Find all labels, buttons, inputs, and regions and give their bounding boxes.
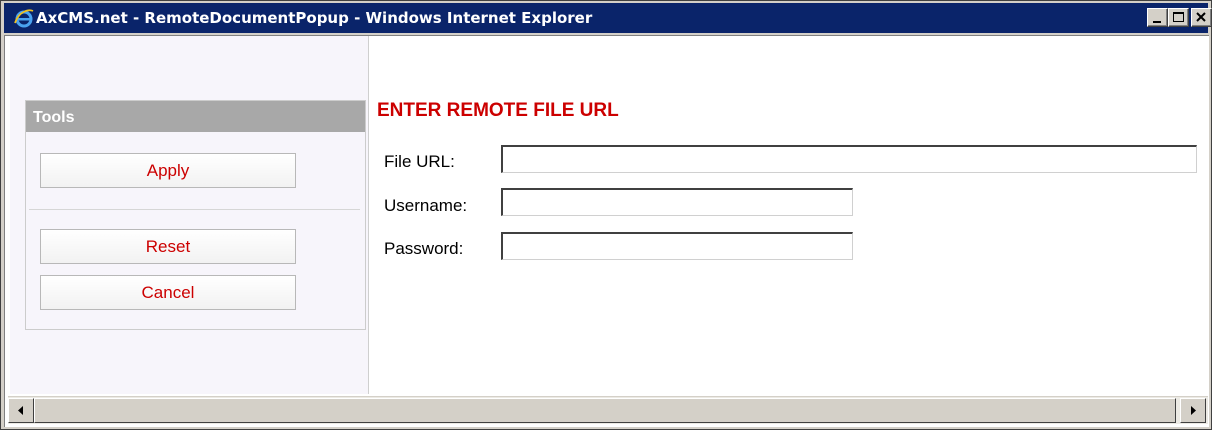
file-url-label: File URL: (384, 152, 455, 171)
horizontal-scrollbar[interactable] (8, 396, 1208, 424)
scroll-right-icon (1181, 406, 1205, 426)
ie-icon (13, 7, 35, 29)
username-label: Username: (384, 196, 468, 215)
maximize-button[interactable] (1168, 8, 1189, 27)
password-input[interactable] (501, 232, 853, 260)
tools-divider (29, 209, 360, 210)
scroll-right-button[interactable] (1180, 398, 1206, 423)
tools-panel: Tools Apply Reset Cancel (25, 100, 366, 330)
apply-button[interactable]: Apply (40, 153, 296, 188)
page-content: Tools Apply Reset Cancel ENTER REMOTE FI… (4, 35, 1209, 427)
title-bar: AxCMS.net - RemoteDocumentPopup - Window… (4, 3, 1212, 33)
scrollbar-thumb[interactable] (34, 398, 1176, 423)
window-title: AxCMS.net - RemoteDocumentPopup - Window… (36, 9, 593, 27)
close-button[interactable] (1191, 8, 1212, 27)
file-url-input[interactable] (501, 145, 1197, 173)
password-label: Password: (384, 239, 464, 258)
cancel-button[interactable]: Cancel (40, 275, 296, 310)
sidebar: Tools Apply Reset Cancel (10, 36, 369, 394)
username-input[interactable] (501, 188, 853, 216)
main-panel: ENTER REMOTE FILE URL File URL: Username… (369, 36, 1207, 394)
tools-header: Tools (26, 101, 365, 132)
scroll-left-button[interactable] (8, 398, 34, 423)
browser-window: AxCMS.net - RemoteDocumentPopup - Window… (0, 0, 1212, 430)
page-title: ENTER REMOTE FILE URL (377, 100, 619, 121)
scroll-left-icon (9, 406, 33, 426)
reset-button[interactable]: Reset (40, 229, 296, 264)
minimize-button[interactable] (1147, 8, 1168, 27)
